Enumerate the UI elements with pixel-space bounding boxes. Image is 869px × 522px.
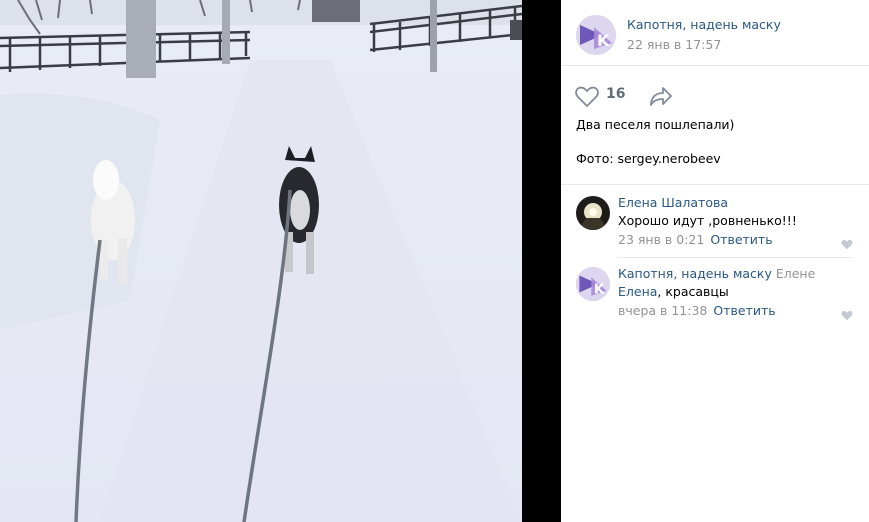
comment-heart-icon[interactable] [841,306,853,325]
svg-text:K: K [597,31,610,50]
comment-author-link[interactable]: Капотня, надень маску [618,266,772,281]
comment-item: K Капотня, надень маску Елене Елена, кра… [561,266,869,328]
svg-text:K: K [594,281,605,297]
share-icon[interactable] [649,86,673,110]
reply-button[interactable]: Ответить [710,232,772,247]
comments-list: Елена Шалатова Хорошо идут ,ровненько!!!… [561,184,869,321]
mention-link[interactable]: Елена [618,284,657,299]
comment-text-body: , красавцы [657,284,729,299]
comment-item: Елена Шалатова Хорошо идут ,ровненько!!!… [561,195,869,257]
post-panel: K Капотня, надень маску 22 янв в 17:57 1… [561,0,869,522]
comment-heart-icon[interactable] [841,235,853,254]
comment-meta: вчера в 11:38 Ответить [618,303,776,318]
post-photo[interactable] [0,0,561,522]
reply-to-label[interactable]: Елене [776,266,815,281]
photo-dogs-on-snow-image [0,0,561,522]
comment-divider [618,257,851,258]
heart-icon[interactable] [575,86,599,111]
community-avatar-icon[interactable]: K [576,15,616,55]
comment-text: Елена, красавцы [618,284,729,299]
comment-meta: 23 янв в 0:21 Ответить [618,232,773,247]
avatar-lamp-icon[interactable] [576,196,610,230]
like-count[interactable]: 16 [606,86,625,102]
post-photo-credit: Фото: sergey.nerobeev [576,151,721,166]
post-text-line: Два песеля пошлепали) [576,117,735,132]
comment-author-line: Капотня, надень маску Елене [618,266,815,281]
comment-time[interactable]: 23 янв в 0:21 [618,232,704,247]
post-date[interactable]: 22 янв в 17:57 [627,37,721,52]
post-author-link[interactable]: Капотня, надень маску [627,17,781,32]
avatar-community-icon[interactable]: K [576,267,610,301]
post-header: K Капотня, надень маску 22 янв в 17:57 [561,0,869,66]
comment-text: Хорошо идут ,ровненько!!! [618,213,797,228]
reply-button[interactable]: Ответить [713,303,775,318]
comment-time[interactable]: вчера в 11:38 [618,303,707,318]
comment-author-link[interactable]: Елена Шалатова [618,195,728,210]
